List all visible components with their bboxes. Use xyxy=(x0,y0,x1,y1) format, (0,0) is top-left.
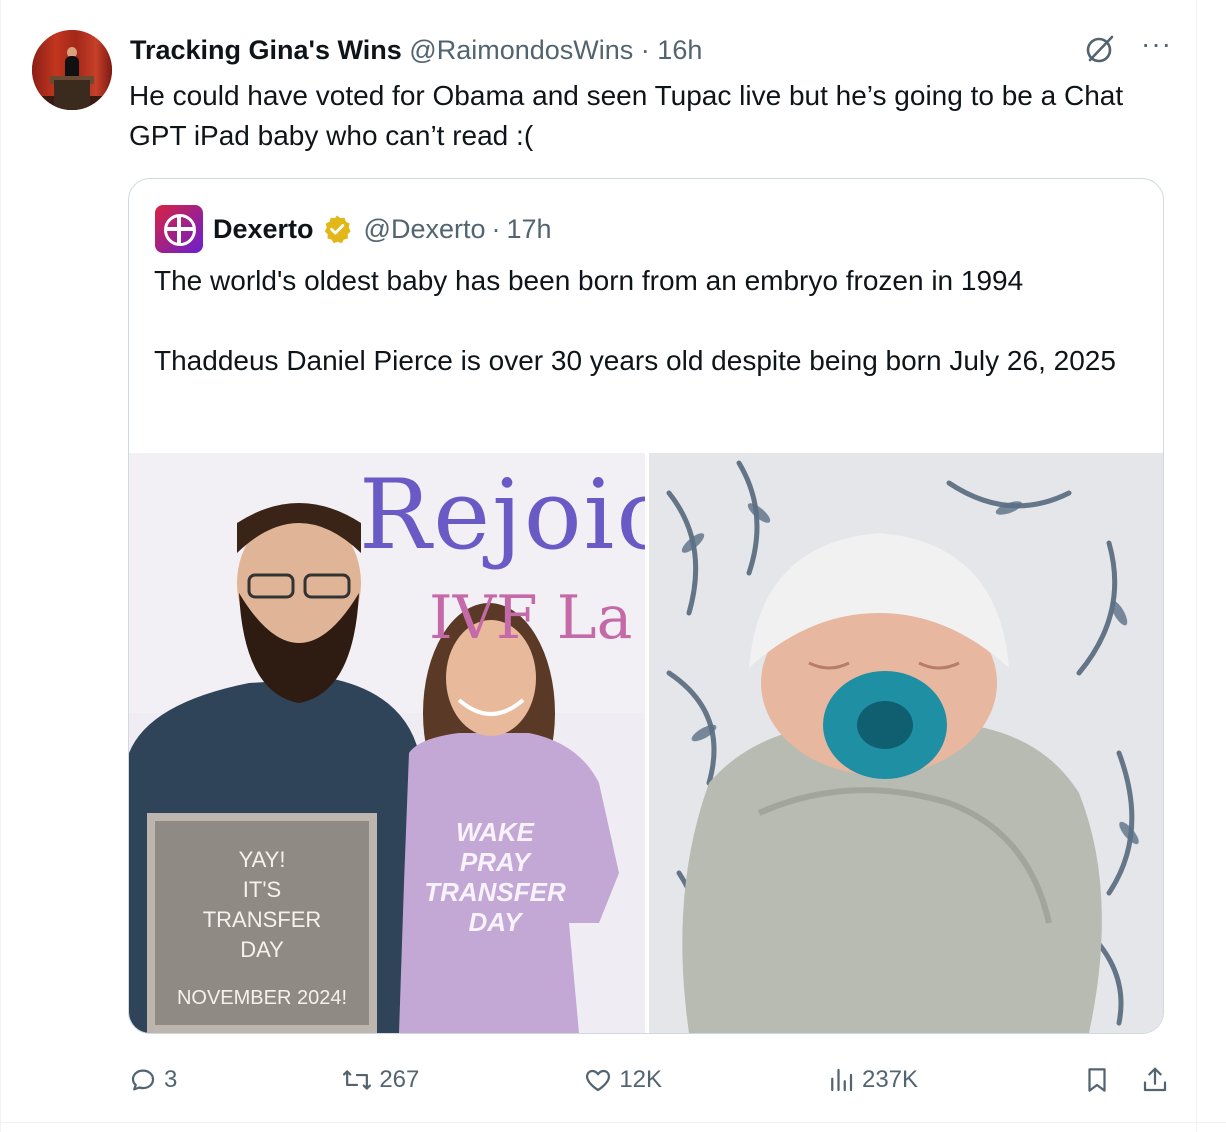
sign-line: YAY! xyxy=(238,847,286,872)
retweet-button[interactable]: 267 xyxy=(341,1065,419,1095)
author-handle[interactable]: @RaimondosWins xyxy=(409,35,633,65)
quote-paragraph: The world's oldest baby has been born fr… xyxy=(154,265,1024,296)
shirt-line: WAKE xyxy=(456,817,534,847)
views-icon xyxy=(831,1068,853,1092)
couple-photo[interactable]: Rejoice IVF La YAY! IT'S TRANSFER DAY NO… xyxy=(129,453,645,1033)
shirt-text: WAKE PRAY TRANSFER DAY xyxy=(415,817,575,937)
more-icon[interactable]: ··· xyxy=(1141,30,1172,58)
sign-line: TRANSFER xyxy=(202,907,322,932)
verified-icon xyxy=(324,215,351,244)
views-button[interactable]: 237K xyxy=(826,1065,918,1095)
letter-board: YAY! IT'S TRANSFER DAY xyxy=(155,845,369,965)
sign-footer: NOVEMBER 2024! xyxy=(176,987,348,1009)
quote-author-handle[interactable]: @Dexerto xyxy=(364,214,486,245)
wall-logo: Rejoice xyxy=(359,459,645,571)
shirt-line: TRANSFER xyxy=(424,877,566,907)
tweet-time[interactable]: 16h xyxy=(657,35,702,65)
tweet-text: He could have voted for Obama and seen T… xyxy=(129,80,1124,151)
action-bar: 3 267 12K 237K xyxy=(128,1058,1170,1102)
like-count: 12K xyxy=(619,1066,663,1093)
shirt-line: PRAY xyxy=(459,847,531,877)
quote-paragraph: Thaddeus Daniel Pierce is over 30 years … xyxy=(154,345,1116,376)
grok-icon[interactable] xyxy=(1083,32,1117,66)
views-count: 237K xyxy=(861,1066,919,1093)
like-button[interactable]: 12K xyxy=(583,1065,662,1095)
reply-button[interactable]: 3 xyxy=(128,1065,177,1095)
wall-logo-subtitle: IVF La xyxy=(429,583,633,653)
retweet-icon xyxy=(343,1070,372,1090)
share-icon[interactable] xyxy=(1140,1065,1170,1095)
sign-line: DAY xyxy=(240,937,284,962)
author-avatar[interactable] xyxy=(32,30,112,110)
quote-time[interactable]: 17h xyxy=(507,214,552,245)
shirt-line: DAY xyxy=(468,907,522,937)
quoted-tweet[interactable]: Dexerto @Dexerto · 17h The world's oldes… xyxy=(128,178,1164,1034)
like-icon xyxy=(586,1069,611,1092)
baby-photo[interactable] xyxy=(649,453,1163,1033)
tweet-header: Tracking Gina's Wins @RaimondosWins · 16… xyxy=(130,32,702,68)
header-separator: · xyxy=(640,35,650,65)
quote-text: The world's oldest baby has been born fr… xyxy=(154,261,1144,381)
sign-line: IT'S xyxy=(242,877,282,902)
quote-author-avatar[interactable] xyxy=(155,205,203,253)
reply-count: 3 xyxy=(164,1066,178,1093)
quote-separator: · xyxy=(491,213,501,244)
bookmark-icon[interactable] xyxy=(1082,1065,1112,1095)
retweet-count: 267 xyxy=(379,1066,420,1093)
author-name[interactable]: Tracking Gina's Wins xyxy=(130,35,402,65)
quote-author-name[interactable]: Dexerto xyxy=(213,214,314,245)
reply-icon xyxy=(131,1069,155,1091)
